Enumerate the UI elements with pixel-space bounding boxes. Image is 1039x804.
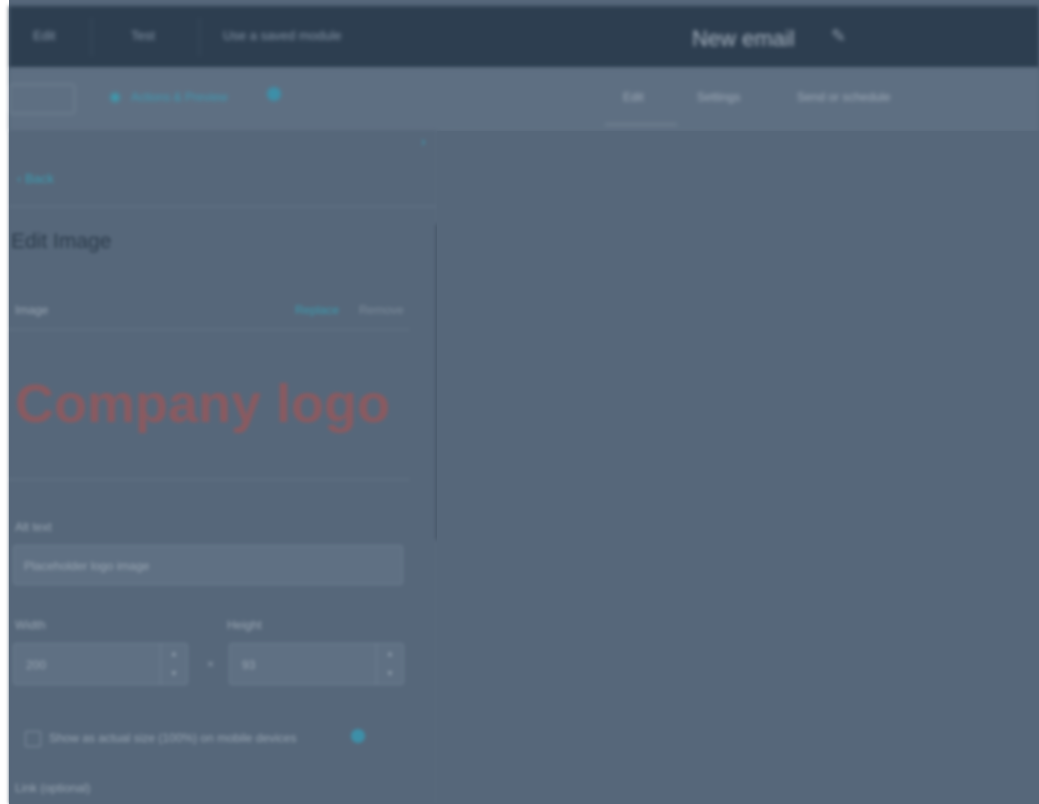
- image-label: Image: [15, 303, 49, 317]
- eye-icon[interactable]: ◉: [109, 88, 121, 105]
- chevron-up-icon[interactable]: ▲: [377, 644, 403, 664]
- collapse-chevron-icon[interactable]: ›: [421, 133, 426, 149]
- edit-image-panel: › ‹ Back Edit Image Image Replace Remove…: [9, 131, 443, 804]
- width-input[interactable]: 200 ▲ ▼: [13, 643, 188, 685]
- email-name-title[interactable]: New email: [692, 26, 795, 52]
- email-canvas-overlay: [437, 131, 1039, 804]
- chevron-down-icon[interactable]: ▼: [161, 664, 187, 684]
- back-link[interactable]: ‹ Back: [17, 171, 54, 186]
- alt-text-label: Alt text: [15, 520, 52, 534]
- height-input[interactable]: 93 ▲ ▼: [229, 643, 404, 685]
- chevron-up-icon[interactable]: ▲: [161, 644, 187, 664]
- image-preview-bottom-border: [9, 479, 409, 480]
- remove-image-link[interactable]: Remove: [359, 303, 404, 317]
- pencil-icon[interactable]: ✎: [831, 26, 846, 47]
- height-label: Height: [227, 618, 262, 632]
- responsive-label: Show as actual size (100%) on mobile dev…: [49, 731, 297, 745]
- nav-edit[interactable]: Edit: [623, 90, 644, 104]
- actions-preview-link[interactable]: Actions & Preview: [131, 90, 228, 104]
- top-navigation-bar: Edit Test Use a saved module New email ✎: [9, 6, 1039, 68]
- window-edge: [0, 0, 9, 804]
- secondary-toolbar: ◉ Actions & Preview Edit Settings Send o…: [9, 68, 1039, 131]
- height-stepper[interactable]: ▲ ▼: [376, 644, 403, 684]
- tab-edit[interactable]: Edit: [33, 28, 55, 43]
- panel-title: Edit Image: [11, 230, 112, 253]
- replace-image-link[interactable]: Replace: [295, 303, 339, 317]
- alt-text-input[interactable]: Placeholder logo image: [13, 545, 403, 585]
- chevron-down-icon[interactable]: ▼: [377, 664, 403, 684]
- height-value: 93: [242, 658, 256, 672]
- exit-button[interactable]: [9, 84, 75, 114]
- nav-send-schedule[interactable]: Send or schedule: [797, 90, 890, 104]
- link-label: Link (optional): [15, 781, 91, 795]
- divider: [9, 206, 436, 207]
- image-preview-top-border: [9, 329, 409, 330]
- dimension-separator: ×: [207, 657, 215, 671]
- width-value: 200: [26, 658, 47, 672]
- info-icon[interactable]: [351, 729, 365, 743]
- tab-separator: [91, 18, 92, 56]
- nav-settings[interactable]: Settings: [697, 90, 740, 104]
- tab-test[interactable]: Test: [131, 28, 155, 43]
- responsive-checkbox[interactable]: [25, 731, 41, 747]
- tab-saved-module[interactable]: Use a saved module: [223, 28, 342, 43]
- width-stepper[interactable]: ▲ ▼: [160, 644, 187, 684]
- help-icon[interactable]: [267, 87, 281, 101]
- company-logo-preview[interactable]: Company logo: [15, 373, 390, 435]
- tab-separator: [199, 18, 200, 56]
- active-nav-indicator: [605, 123, 677, 126]
- width-label: Width: [15, 618, 46, 632]
